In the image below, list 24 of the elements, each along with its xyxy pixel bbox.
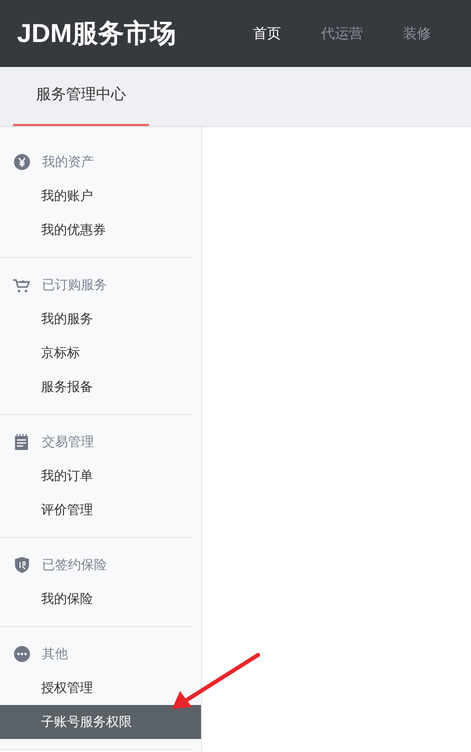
menu-item[interactable]: 我的服务	[0, 302, 201, 336]
menu-item[interactable]: 京标标	[0, 336, 201, 370]
section-title: 已签约保险	[42, 556, 107, 574]
more-icon	[14, 646, 30, 662]
menu-item[interactable]: 子账号服务权限	[0, 705, 201, 739]
menu-item[interactable]: 我的订单	[0, 459, 201, 493]
menu-item[interactable]: 我的保险	[0, 582, 201, 616]
section-title: 其他	[42, 645, 68, 664]
yen-icon	[14, 154, 30, 170]
section-title: 交易管理	[42, 433, 94, 452]
cart-icon	[13, 278, 30, 292]
notepad-icon	[14, 434, 30, 450]
section-title: 我的资产	[42, 153, 94, 172]
nav-link[interactable]: 代运营	[321, 23, 363, 44]
menu-item[interactable]: 我的优惠券	[0, 213, 201, 247]
shield-icon	[14, 557, 28, 573]
nav-link[interactable]: 装修	[403, 23, 431, 44]
menu-item[interactable]: 我的账户	[0, 179, 201, 213]
menu-item[interactable]: 授权管理	[0, 671, 201, 705]
section-title: 已订购服务	[42, 276, 107, 294]
menu-item[interactable]: 评价管理	[0, 493, 201, 527]
logo[interactable]: JDM服务市场	[17, 14, 253, 53]
nav-link[interactable]: 首页	[253, 23, 281, 44]
menu-item[interactable]: 服务报备	[0, 370, 201, 404]
